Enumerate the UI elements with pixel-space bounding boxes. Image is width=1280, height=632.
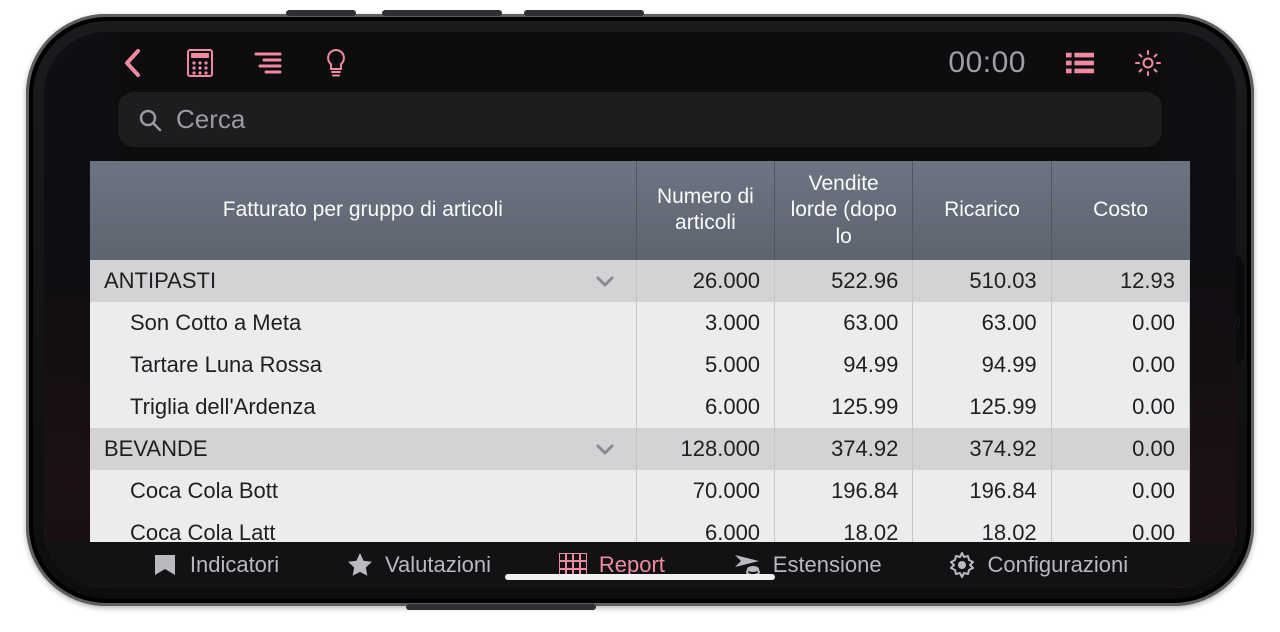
table-row[interactable]: Tartare Luna Rossa5.00094.9994.990.00 xyxy=(90,344,1190,386)
cell-markup: 510.03 xyxy=(913,260,1051,302)
app-window: 00:00 Fattura xyxy=(44,32,1236,588)
gear-icon xyxy=(949,552,975,578)
item-label: Coca Cola Bott xyxy=(90,470,636,512)
table-row[interactable]: Son Cotto a Meta3.00063.0063.000.00 xyxy=(90,302,1190,344)
tab-label: Indicatori xyxy=(190,552,279,578)
bookmark-icon xyxy=(152,553,178,577)
hw-button xyxy=(406,604,596,610)
col-gross[interactable]: Vendite lorde (dopo lo xyxy=(775,161,913,260)
table-row[interactable]: ANTIPASTI 26.000522.96510.0312.93 xyxy=(90,260,1190,302)
cell-cost: 0.00 xyxy=(1051,428,1189,470)
cell-cost: 12.93 xyxy=(1051,260,1189,302)
item-label: Tartare Luna Rossa xyxy=(90,344,636,386)
item-label: Triglia dell'Ardenza xyxy=(90,386,636,428)
cell-markup: 374.92 xyxy=(913,428,1051,470)
star-icon xyxy=(347,552,373,578)
search-input[interactable] xyxy=(176,104,1142,135)
cell-markup: 125.99 xyxy=(913,386,1051,428)
cell-gross: 125.99 xyxy=(775,386,913,428)
col-qty[interactable]: Numero di articoli xyxy=(636,161,774,260)
group-label: BEVANDE xyxy=(104,436,208,462)
cell-qty: 128.000 xyxy=(636,428,774,470)
back-button[interactable] xyxy=(118,49,146,77)
list-icon[interactable] xyxy=(1066,49,1094,77)
cell-qty: 5.000 xyxy=(636,344,774,386)
top-toolbar: 00:00 xyxy=(44,32,1236,88)
tab-settings[interactable]: Configurazioni xyxy=(949,552,1128,578)
col-markup[interactable]: Ricarico xyxy=(913,161,1051,260)
chevron-down-icon[interactable] xyxy=(596,268,614,294)
cell-qty: 6.000 xyxy=(636,512,774,542)
col-cost[interactable]: Costo xyxy=(1051,161,1189,260)
hw-button xyxy=(382,10,502,16)
cell-markup: 18.02 xyxy=(913,512,1051,542)
bottom-tabbar: Indicatori Valutazioni Report xyxy=(44,542,1236,588)
cell-gross: 18.02 xyxy=(775,512,913,542)
tab-indicators[interactable]: Indicatori xyxy=(152,552,279,578)
cell-gross: 94.99 xyxy=(775,344,913,386)
tab-label: Estensione xyxy=(773,552,882,578)
phone-frame: 00:00 Fattura xyxy=(26,14,1254,606)
cell-cost: 0.00 xyxy=(1051,344,1189,386)
item-label: Son Cotto a Meta xyxy=(90,302,636,344)
item-label: Coca Cola Latt xyxy=(90,512,636,542)
cell-qty: 26.000 xyxy=(636,260,774,302)
cell-markup: 94.99 xyxy=(913,344,1051,386)
cell-markup: 63.00 xyxy=(913,302,1051,344)
hw-button xyxy=(286,10,356,16)
cell-cost: 0.00 xyxy=(1051,302,1189,344)
search-field[interactable] xyxy=(118,92,1162,147)
lightbulb-icon[interactable] xyxy=(322,49,350,77)
cell-gross: 374.92 xyxy=(775,428,913,470)
table-row[interactable]: Triglia dell'Ardenza6.000125.99125.990.0… xyxy=(90,386,1190,428)
cell-gross: 196.84 xyxy=(775,470,913,512)
table-row[interactable]: BEVANDE128.000374.92374.920.00 xyxy=(90,428,1190,470)
gear-icon[interactable] xyxy=(1134,49,1162,77)
search-icon xyxy=(138,108,162,132)
tab-label: Configurazioni xyxy=(987,552,1128,578)
tab-ratings[interactable]: Valutazioni xyxy=(347,552,491,578)
cell-gross: 522.96 xyxy=(775,260,913,302)
cell-qty: 70.000 xyxy=(636,470,774,512)
chevron-down-icon[interactable] xyxy=(596,436,614,462)
cell-qty: 6.000 xyxy=(636,386,774,428)
table-row[interactable]: Coca Cola Latt6.00018.0218.020.00 xyxy=(90,512,1190,542)
cell-cost: 0.00 xyxy=(1051,470,1189,512)
hw-button xyxy=(524,10,644,16)
cell-cost: 0.00 xyxy=(1051,386,1189,428)
tab-label: Valutazioni xyxy=(385,552,491,578)
report-table[interactable]: Fatturato per gruppo di articoli Numero … xyxy=(90,161,1190,542)
table-row[interactable]: Coca Cola Bott70.000196.84196.840.00 xyxy=(90,470,1190,512)
cell-gross: 63.00 xyxy=(775,302,913,344)
calculator-icon[interactable] xyxy=(186,49,214,77)
timer-display: 00:00 xyxy=(948,46,1026,80)
group-label: ANTIPASTI xyxy=(104,268,216,294)
cell-qty: 3.000 xyxy=(636,302,774,344)
col-group[interactable]: Fatturato per gruppo di articoli xyxy=(90,161,636,260)
cell-markup: 196.84 xyxy=(913,470,1051,512)
cell-cost: 0.00 xyxy=(1051,512,1189,542)
home-indicator[interactable] xyxy=(505,574,775,580)
align-right-icon[interactable] xyxy=(254,49,282,77)
